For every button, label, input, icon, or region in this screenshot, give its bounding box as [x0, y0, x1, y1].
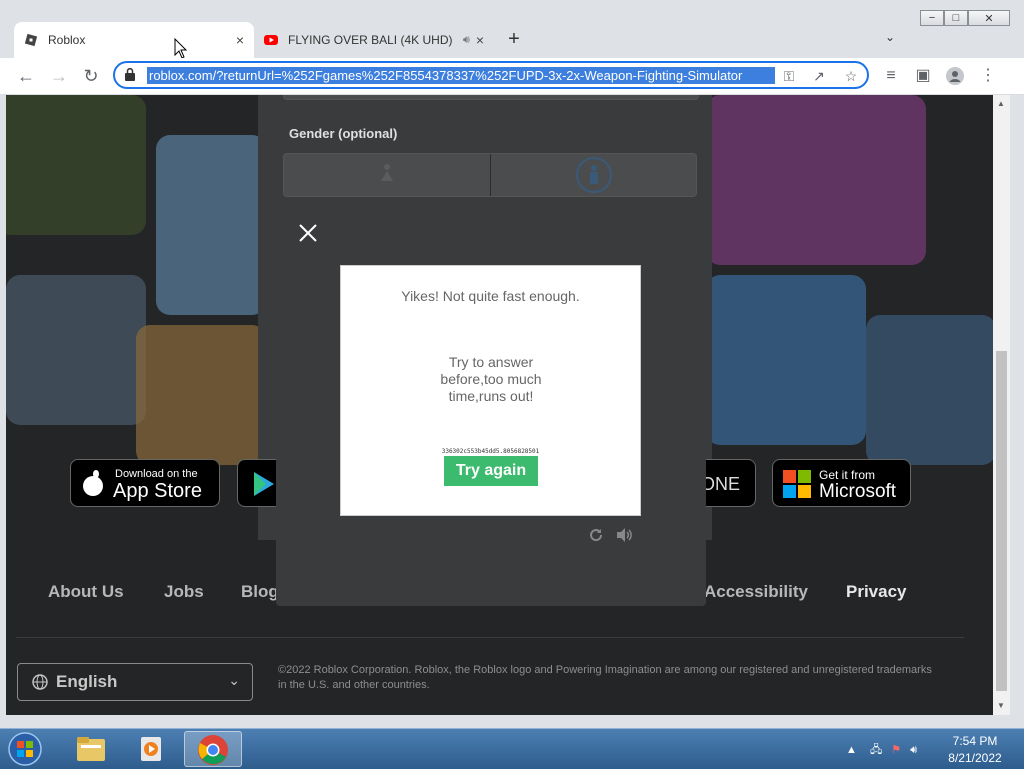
globe-icon	[32, 674, 48, 690]
reload-icon[interactable]: ↻	[79, 64, 103, 88]
tab-close-icon[interactable]: ×	[476, 32, 484, 48]
tab-roblox[interactable]: Roblox ×	[14, 22, 254, 58]
share-icon[interactable]: ↗	[809, 66, 829, 86]
volume-icon[interactable]: 🔊︎	[910, 744, 917, 756]
scroll-up-icon[interactable]: ▲	[997, 99, 1005, 108]
taskbar-explorer[interactable]	[62, 731, 120, 767]
more-menu-icon[interactable]: ⋮	[976, 64, 1000, 88]
captcha-message: Try to answer before,too much time,runs …	[440, 354, 542, 404]
game-thumbnail	[136, 325, 266, 465]
footer-link-accessibility[interactable]: Accessibility	[704, 582, 808, 602]
game-thumbnail	[706, 95, 926, 265]
footer-link-jobs[interactable]: Jobs	[164, 582, 204, 602]
female-icon	[381, 164, 393, 181]
url-text[interactable]: roblox.com/?returnUrl=%252Fgames%252F855…	[147, 67, 775, 84]
chrome-icon	[198, 735, 228, 765]
tab-strip: Roblox × FLYING OVER BALI (4K UHD) 🔊︎ × …	[0, 22, 1024, 59]
profile-avatar-icon[interactable]	[943, 64, 967, 88]
footer-link-about[interactable]: About Us	[48, 582, 124, 602]
new-tab-button[interactable]: +	[503, 28, 525, 51]
microsoft-label: Microsoft	[819, 481, 897, 502]
chevron-down-icon: ⌄	[228, 672, 240, 688]
game-thumbnail	[706, 275, 866, 445]
gender-selector	[283, 153, 697, 197]
lock-icon	[125, 68, 135, 81]
system-tray: ▲ 🖧︎ ⚑ 🔊︎	[846, 741, 917, 760]
language-label: English	[56, 672, 118, 691]
show-hidden-icons-icon[interactable]: ▲	[846, 744, 857, 756]
xbox-label: ONE	[701, 474, 741, 494]
taskbar-chrome[interactable]	[184, 731, 242, 767]
tab-label: Roblox	[48, 33, 86, 47]
youtube-icon	[264, 35, 278, 45]
google-play-icon	[254, 472, 274, 496]
taskbar-media-player[interactable]	[122, 731, 180, 767]
system-clock[interactable]: 7:54 PM 8/21/2022	[940, 733, 1010, 767]
gender-male-button[interactable]	[491, 154, 697, 196]
folder-icon	[77, 737, 105, 761]
bookmark-star-icon[interactable]: ☆	[841, 66, 861, 86]
speaker-icon[interactable]: 🔊︎	[463, 34, 470, 47]
try-again-button[interactable]: Try again	[444, 456, 538, 486]
tab-label: FLYING OVER BALI (4K UHD)	[288, 33, 453, 47]
copyright-text: ©2022 Roblox Corporation. Roblox, the Ro…	[278, 664, 932, 691]
captcha-title: Yikes! Not quite fast enough.	[401, 288, 580, 304]
mouse-cursor-icon	[174, 38, 188, 59]
vertical-scrollbar[interactable]: ▲ ▼	[993, 95, 1010, 715]
footer-link-blog[interactable]: Blog	[241, 582, 279, 602]
footer-link-privacy[interactable]: Privacy	[846, 582, 907, 602]
gender-female-button[interactable]	[284, 154, 490, 196]
apple-icon	[83, 470, 103, 496]
app-store-button[interactable]: Download on the App Store	[70, 459, 220, 507]
back-icon[interactable]: ←	[14, 64, 38, 88]
language-selector[interactable]: English ⌄	[17, 663, 253, 701]
audio-icon[interactable]	[616, 527, 632, 543]
toolbar: ← → ↻ roblox.com/?returnUrl=%252Fgames%2…	[0, 58, 1024, 95]
gender-label: Gender (optional)	[289, 126, 398, 141]
captcha-modal: Yikes! Not quite fast enough. Try to ans…	[276, 201, 706, 606]
key-icon[interactable]: ⚿	[779, 66, 799, 86]
game-thumbnail	[866, 315, 993, 465]
media-player-icon	[141, 737, 161, 761]
app-store-label: App Store	[113, 480, 202, 502]
scroll-down-icon[interactable]: ▼	[997, 701, 1005, 710]
side-panel-icon[interactable]: ▣	[911, 64, 935, 88]
network-icon[interactable]: 🖧︎	[870, 744, 882, 756]
game-thumbnail	[156, 135, 266, 315]
start-button[interactable]	[6, 731, 44, 767]
refresh-icon[interactable]	[588, 527, 604, 543]
microsoft-small-text: Get it from	[819, 468, 876, 482]
tab-close-icon[interactable]: ×	[236, 32, 244, 48]
clock-time: 7:54 PM	[952, 734, 998, 748]
clock-date: 8/21/2022	[948, 751, 1002, 765]
birthday-field[interactable]	[283, 95, 699, 100]
address-bar[interactable]: roblox.com/?returnUrl=%252Fgames%252F855…	[113, 61, 869, 89]
divider	[16, 637, 964, 638]
action-center-icon[interactable]: ⚑	[891, 744, 901, 756]
game-thumbnail	[6, 275, 146, 425]
male-icon	[576, 157, 612, 193]
forward-icon[interactable]: →	[47, 64, 71, 88]
microsoft-store-button[interactable]: Get it from Microsoft	[772, 459, 911, 507]
roblox-icon	[24, 33, 38, 47]
microsoft-icon	[783, 470, 811, 498]
tab-youtube[interactable]: FLYING OVER BALI (4K UHD) 🔊︎ ×	[254, 22, 494, 58]
app-store-small-text: Download on the	[115, 468, 198, 480]
media-control-icon[interactable]: ≡	[879, 64, 903, 88]
close-icon[interactable]	[296, 221, 320, 245]
windows-taskbar: ▲ 🖧︎ ⚑ 🔊︎ 7:54 PM 8/21/2022	[0, 728, 1024, 769]
captcha-session-id: 336302c553b45dd5.8056828501	[441, 448, 540, 455]
captcha-panel: Yikes! Not quite fast enough. Try to ans…	[340, 265, 641, 516]
tab-search-button[interactable]: ⌄	[885, 30, 895, 44]
game-thumbnail	[6, 95, 146, 235]
chrome-window: − □ ✕ Roblox × FLYING OVER BALI (4K UHD)…	[0, 0, 1024, 728]
scrollbar-thumb[interactable]	[996, 351, 1007, 691]
